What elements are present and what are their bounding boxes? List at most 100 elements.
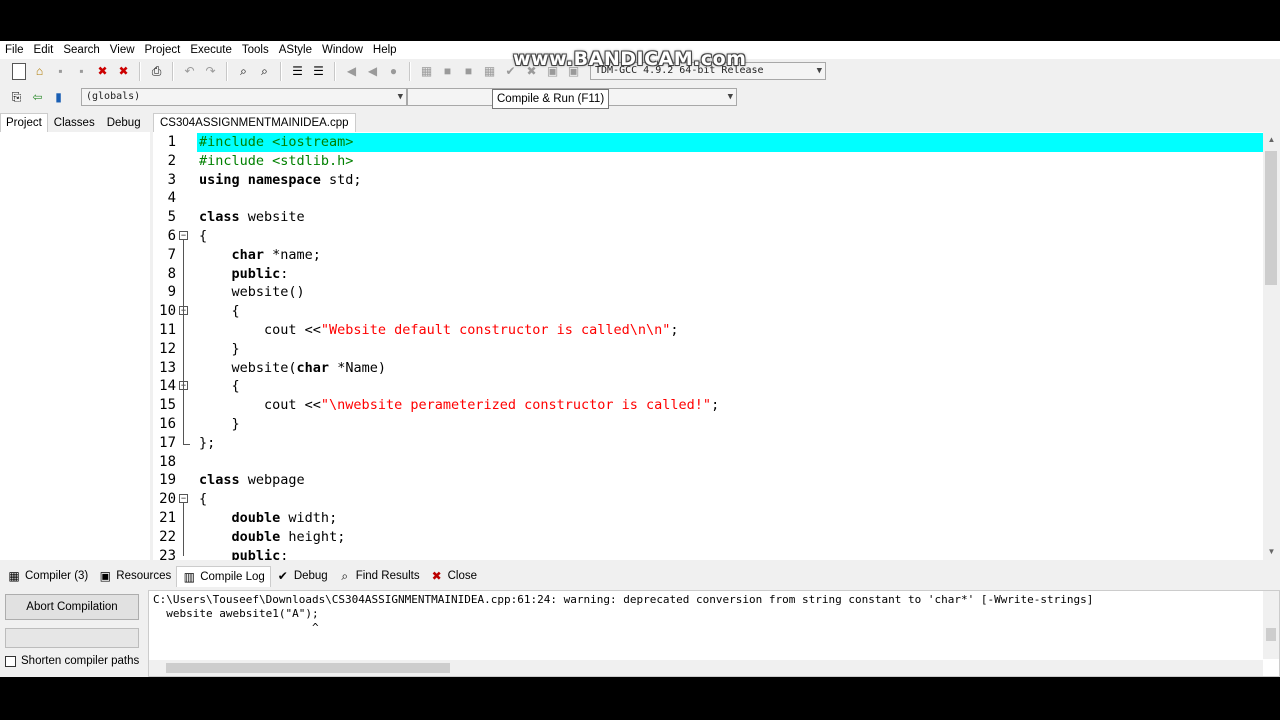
code-token: ; [670,322,679,338]
scrollbar-thumb[interactable] [1265,151,1277,285]
scroll-up-icon[interactable]: ▲ [1263,132,1280,148]
run-icon[interactable]: ■ [439,63,456,80]
globals-select[interactable]: (globals) ▼ [81,88,407,106]
code-text: { [199,490,207,509]
fold-guide-line [183,503,184,556]
log-horizontal-scrollbar[interactable] [149,660,1263,676]
compile-log-output[interactable]: C:\Users\Touseef\Downloads\CS304ASSIGNME… [148,590,1280,677]
back-icon[interactable]: ◀ [343,63,360,80]
code-token: std; [320,171,362,188]
menu-astyle[interactable]: AStyle [274,41,317,59]
stop-icon[interactable]: ■ [460,63,477,80]
code-text: cout <<"Website default constructor is c… [199,321,679,340]
keyword-token: double [231,510,281,526]
code-token: *Name) [329,359,386,376]
tab-find-results[interactable]: ⌕ Find Results [333,566,425,586]
abort-compilation-button[interactable]: Abort Compilation [5,594,139,620]
code-token: website() [199,284,305,301]
find-icon[interactable]: ⌕ [235,63,252,80]
tab-debug-label: Debug [293,570,328,582]
code-text: { [199,302,240,321]
tab-classes[interactable]: Classes [48,113,101,132]
scroll-down-icon[interactable]: ▼ [1263,544,1280,560]
chevron-down-icon: ▼ [816,66,822,76]
goto-bookmark-icon[interactable]: ▮ [50,89,67,106]
code-token: height; [280,528,346,545]
forward-icon[interactable]: ◀ [364,63,381,80]
undo-icon[interactable]: ↶ [181,63,198,80]
menu-edit[interactable]: Edit [29,41,59,59]
log-line: C:\Users\Touseef\Downloads\CS304ASSIGNME… [153,593,1094,606]
scrollbar-thumb[interactable] [166,663,450,673]
preprocessor-token: #include <stdlib.h> [199,152,354,169]
toolbar-separator [226,61,228,81]
open-file-icon[interactable]: ⌂ [31,63,48,80]
toggle-bookmark-icon[interactable]: ⇦ [29,89,46,106]
compile-run-icon[interactable]: ▦ [481,63,498,80]
code-line: 12 } [153,340,1263,359]
shorten-paths-checkbox[interactable]: Shorten compiler paths [5,655,139,667]
goto-icon[interactable]: ● [385,63,402,80]
insert-icon[interactable]: ⎘ [8,89,25,106]
bandicam-watermark: www.BANDICAM.com [513,48,747,70]
menu-view[interactable]: View [105,41,140,59]
code-line: 20− { [153,490,1263,509]
save-icon[interactable]: ▪ [52,63,69,80]
toolbar-separator [334,61,336,81]
fold-toggle-icon[interactable]: − [179,494,188,504]
tab-debug-output[interactable]: ✔ Debug [271,566,333,586]
code-line: 9 website() [153,283,1263,302]
bottom-panel-tabs: ▦ Compiler (3) ▣ Resources ▥ Compile Log… [0,565,1280,587]
fold-toggle-icon[interactable]: − [179,231,188,240]
tab-project[interactable]: Project [0,113,48,132]
menu-tools[interactable]: Tools [237,41,274,59]
menu-execute[interactable]: Execute [185,41,237,59]
checkbox-box[interactable] [5,655,16,667]
editor-file-tab[interactable]: CS304ASSIGNMENTMAINIDEA.cpp [153,113,356,133]
tab-compiler[interactable]: ▦ Compiler (3) [2,566,93,586]
log-vertical-scrollbar[interactable] [1263,591,1279,659]
save-all-icon[interactable]: ▪ [73,63,90,80]
line-number: 7 [167,246,176,263]
compile-icon[interactable]: ▦ [418,63,435,80]
close-all-icon[interactable]: ✖ [115,63,132,80]
indent-icon[interactable]: ☰ [289,63,306,80]
menu-file[interactable]: File [0,41,29,59]
line-number: 14 [159,378,176,395]
toolbar-separator [409,61,411,81]
scrollbar-thumb[interactable] [1266,628,1276,641]
redo-icon[interactable]: ↷ [202,63,219,80]
new-file-icon[interactable] [10,62,27,80]
keyword-token: char [231,246,265,263]
code-text: } [199,340,240,359]
tab-compile-log[interactable]: ▥ Compile Log [176,565,271,587]
line-number: 17 [159,434,176,451]
keyword-token: class [199,472,240,489]
line-number: 19 [159,472,176,489]
unindent-icon[interactable]: ☰ [310,63,327,80]
editor-vertical-scrollbar[interactable]: ▲ ▼ [1263,132,1280,560]
tab-debug[interactable]: Debug [101,113,147,132]
replace-icon[interactable]: ⌕ [256,63,273,80]
left-panel-tabs: Project Classes Debug [0,113,150,132]
tab-resources[interactable]: ▣ Resources [93,566,176,586]
menu-project[interactable]: Project [140,41,186,59]
code-line: 17}; [153,433,1263,453]
menu-help[interactable]: Help [368,41,402,59]
print-icon[interactable]: ⎙ [148,63,165,80]
code-text: char *name; [199,246,321,265]
code-token: { [199,378,240,395]
check-icon: ✔ [277,569,288,583]
code-editor[interactable]: 1 #include <iostream> 2 #include <stdlib.h>… [153,132,1280,560]
keyword-token: double [231,528,281,545]
code-line: 13 website(char *Name) [153,359,1263,378]
line-number: 16 [159,416,176,432]
line-number: 3 [167,171,176,188]
close-file-icon[interactable]: ✖ [94,63,111,80]
tab-close[interactable]: ✖ Close [425,566,482,586]
menu-search[interactable]: Search [58,41,104,59]
code-line: 3 using namespace std; [153,171,1263,190]
menu-window[interactable]: Window [317,41,368,59]
code-text: using namespace std; [199,171,362,190]
line-number: 23 [159,547,176,560]
